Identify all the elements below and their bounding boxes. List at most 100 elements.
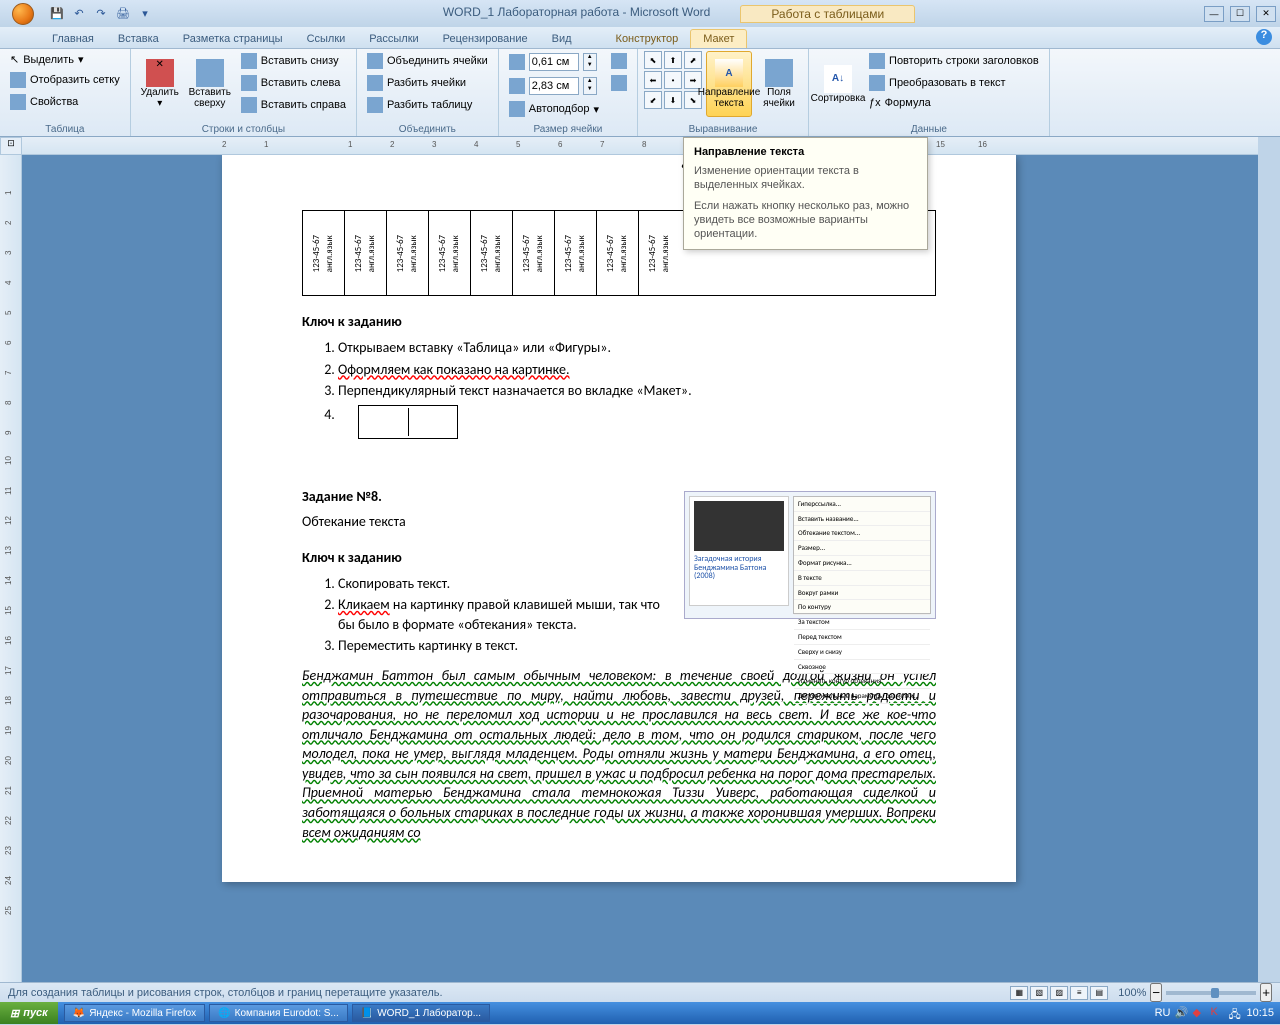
cursor-icon: ↖ (10, 53, 19, 66)
row-height-input[interactable]: ▲▼ (505, 51, 603, 73)
view-full-screen[interactable]: ▧ (1030, 986, 1048, 1000)
horizontal-ruler[interactable]: 2112345678910111213141516 (22, 137, 1258, 155)
align-bc[interactable]: ⬇ (664, 91, 682, 109)
office-button[interactable] (4, 0, 42, 27)
width-icon (509, 78, 525, 94)
titlebar: 💾 ↶ ↷ 🖨 ▾ WORD_1 Лабораторная работа - M… (0, 0, 1280, 27)
merge-cells-button[interactable]: Объединить ячейки (363, 51, 492, 71)
antivirus-icon[interactable]: K (1210, 1006, 1224, 1020)
group-label: Данные (809, 124, 1049, 135)
dist-rows-icon (611, 53, 627, 69)
zoom-slider[interactable] (1166, 991, 1256, 995)
print-icon[interactable]: 🖨 (114, 5, 132, 23)
split-cells-icon (367, 75, 383, 91)
window-title: WORD_1 Лабораторная работа - Microsoft W… (154, 5, 1204, 23)
taskbar-item-chrome[interactable]: 🌐Компания Eurodot: S... (209, 1004, 348, 1022)
taskbar-item-word[interactable]: 📘WORD_1 Лаборатор... (352, 1004, 490, 1022)
align-tc[interactable]: ⬆ (664, 51, 682, 69)
close-button[interactable]: ✕ (1256, 6, 1276, 22)
shield-icon[interactable]: ◆ (1192, 1006, 1206, 1020)
view-draft[interactable]: ▤ (1090, 986, 1108, 1000)
insert-above-button[interactable]: Вставить сверху (187, 51, 233, 117)
convert-button[interactable]: Преобразовать в текст (865, 73, 1043, 93)
align-bl[interactable]: ⬋ (644, 91, 662, 109)
key-title: Ключ к заданию (302, 312, 936, 332)
undo-icon[interactable]: ↶ (70, 5, 88, 23)
list-item: Оформляем как показано на картинке. (338, 360, 936, 380)
quick-access-toolbar: 💾 ↶ ↷ 🖨 ▾ (48, 5, 154, 23)
split-table-button[interactable]: Разбить таблицу (363, 95, 492, 115)
grid-icon (10, 72, 26, 88)
group-table: ↖Выделить ▾ Отобразить сетку Свойства Та… (0, 49, 131, 136)
formula-button[interactable]: ƒxФормула (865, 95, 1043, 111)
tab-review[interactable]: Рецензирование (431, 30, 540, 48)
qat-more-icon[interactable]: ▾ (136, 5, 154, 23)
tab-design[interactable]: Конструктор (604, 30, 691, 48)
tab-layout[interactable]: Макет (690, 29, 747, 48)
sort-button[interactable]: A↓ Сортировка (815, 51, 861, 117)
start-button[interactable]: ⊞ пуск (0, 1002, 58, 1024)
delete-icon: ✕ (146, 59, 174, 87)
redo-icon[interactable]: ↷ (92, 5, 110, 23)
tab-home[interactable]: Главная (40, 30, 106, 48)
insert-above-icon (196, 59, 224, 87)
tab-page-layout[interactable]: Разметка страницы (171, 30, 295, 48)
autofit-button[interactable]: Автоподбор ▾ (505, 99, 603, 119)
system-tray: RU 🔊 ◆ K 🖧 10:15 (1149, 1002, 1280, 1024)
document-viewport[interactable]: ☎ 1 123-45-67англ.язык123-45-67англ.язык… (22, 155, 1258, 982)
tab-insert[interactable]: Вставка (106, 30, 171, 48)
formula-icon: ƒx (869, 97, 881, 109)
repeat-headers-button[interactable]: Повторить строки заголовков (865, 51, 1043, 71)
distribute-cols-button[interactable] (607, 73, 631, 93)
group-rows-cols: ✕ Удалить▾ Вставить сверху Вставить сниз… (131, 49, 357, 136)
zoom-out-button[interactable]: − (1150, 983, 1162, 1002)
embedded-screenshot: Загадочная история Бенджамина Баттона (2… (684, 491, 936, 619)
select-button[interactable]: ↖Выделить ▾ (6, 51, 124, 68)
group-label: Размер ячейки (499, 124, 637, 135)
properties-button[interactable]: Свойства (6, 92, 124, 112)
insert-below-button[interactable]: Вставить снизу (237, 51, 350, 71)
network-icon[interactable]: 🖧 (1228, 1006, 1242, 1020)
view-outline[interactable]: ≡ (1070, 986, 1088, 1000)
gridlines-button[interactable]: Отобразить сетку (6, 70, 124, 90)
view-print-layout[interactable]: ▦ (1010, 986, 1028, 1000)
vertical-ruler[interactable]: 1234567891011121314151617181920212223242… (0, 155, 22, 982)
cell-margins-button[interactable]: Поля ячейки (756, 51, 802, 117)
insert-left-button[interactable]: Вставить слева (237, 73, 350, 93)
tab-view[interactable]: Вид (540, 30, 584, 48)
tooltip: Направление текста Изменение ориентации … (683, 137, 928, 250)
save-icon[interactable]: 💾 (48, 5, 66, 23)
zoom-in-button[interactable]: + (1260, 983, 1272, 1002)
group-label: Таблица (0, 124, 130, 135)
text-direction-button[interactable]: A Направление текста (706, 51, 752, 117)
group-cell-size: ▲▼ ▲▼ Автоподбор ▾ Размер ячейки (499, 49, 638, 136)
group-merge: Объединить ячейки Разбить ячейки Разбить… (357, 49, 499, 136)
merge-icon (367, 53, 383, 69)
zoom-value[interactable]: 100% (1118, 987, 1146, 999)
view-web[interactable]: ▨ (1050, 986, 1068, 1000)
page: ☎ 1 123-45-67англ.язык123-45-67англ.язык… (222, 155, 1016, 882)
align-tl[interactable]: ⬉ (644, 51, 662, 69)
distribute-rows-button[interactable] (607, 51, 631, 71)
ruler-corner[interactable]: ⊡ (0, 137, 22, 155)
align-mc[interactable]: • (664, 71, 682, 89)
clock[interactable]: 10:15 (1246, 1007, 1274, 1019)
align-tr[interactable]: ⬈ (684, 51, 702, 69)
tab-mailings[interactable]: Рассылки (357, 30, 430, 48)
insert-right-button[interactable]: Вставить справа (237, 95, 350, 115)
split-cells-button[interactable]: Разбить ячейки (363, 73, 492, 93)
align-ml[interactable]: ⬅ (644, 71, 662, 89)
autofit-icon (509, 101, 525, 117)
help-icon[interactable]: ? (1256, 29, 1272, 45)
col-width-input[interactable]: ▲▼ (505, 75, 603, 97)
insert-right-icon (241, 97, 257, 113)
volume-icon[interactable]: 🔊 (1174, 1006, 1188, 1020)
lang-indicator[interactable]: RU (1155, 1007, 1171, 1019)
tab-references[interactable]: Ссылки (295, 30, 358, 48)
list-item: Перпендикулярный текст назначается во вк… (338, 381, 936, 401)
tooltip-title: Направление текста (694, 146, 917, 158)
minimize-button[interactable]: — (1204, 6, 1224, 22)
taskbar-item-firefox[interactable]: 🦊Яндекс - Mozilla Firefox (64, 1004, 205, 1022)
delete-button[interactable]: ✕ Удалить▾ (137, 51, 183, 117)
maximize-button[interactable]: ☐ (1230, 6, 1250, 22)
